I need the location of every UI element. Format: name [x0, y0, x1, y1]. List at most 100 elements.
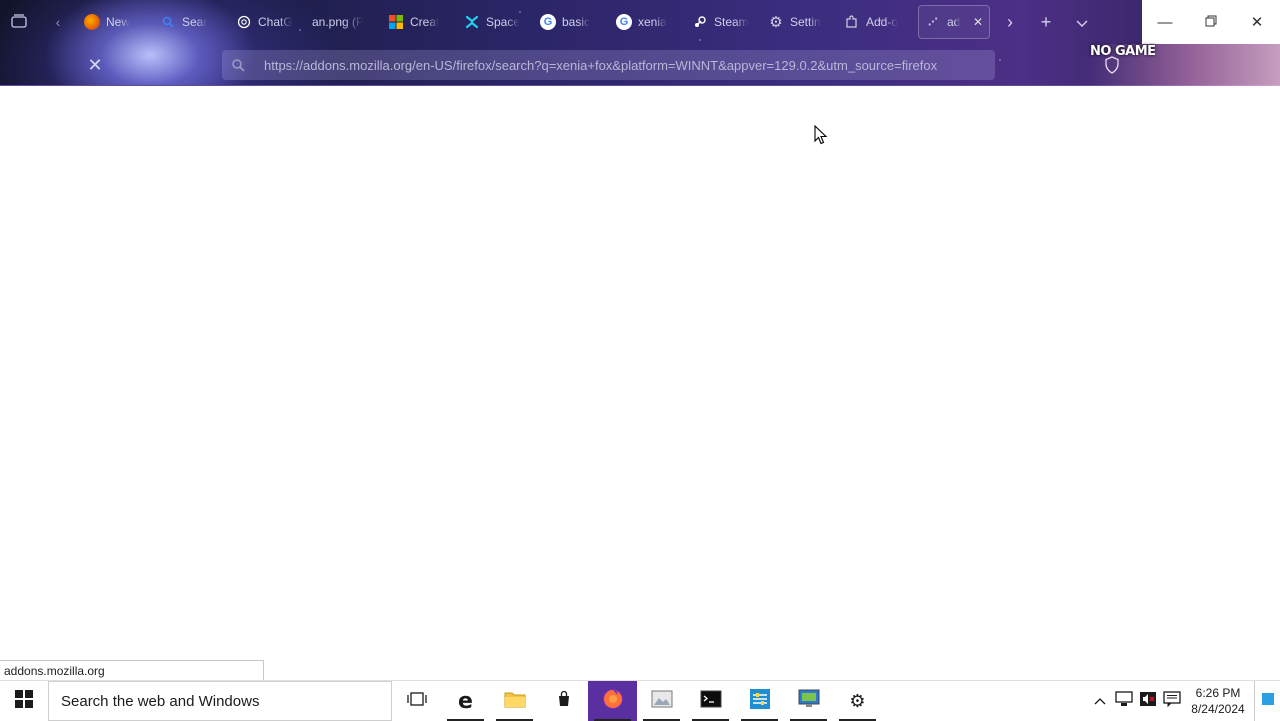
tab-6[interactable]: G basic — [534, 5, 610, 39]
tab-3[interactable]: an.png (P — [306, 5, 382, 39]
tab-active[interactable]: ⋰ ad ✕ — [918, 5, 990, 39]
task-view-button[interactable] — [392, 681, 441, 721]
new-tab-button[interactable]: + — [1028, 0, 1064, 44]
taskbar-edge[interactable]: e — [441, 681, 490, 721]
space-icon — [464, 14, 480, 30]
windows-logo-icon — [15, 689, 33, 713]
list-all-tabs-button[interactable] — [1064, 0, 1100, 44]
tab-5[interactable]: Space — [458, 5, 534, 39]
taskbar: Search the web and Windows e ⚙ 6:26 PM 8… — [0, 680, 1280, 721]
store-icon — [556, 690, 572, 712]
chevron-down-icon — [1076, 12, 1088, 33]
notification-icon — [1261, 692, 1275, 711]
google-icon: G — [616, 14, 632, 30]
tab-list-icon — [11, 13, 27, 31]
taskbar-clock[interactable]: 6:26 PM 8/24/2024 — [1184, 681, 1252, 721]
chatgpt-icon — [236, 14, 252, 30]
google-icon: G — [540, 14, 556, 30]
search-icon — [226, 58, 250, 72]
taskbar-search-box[interactable]: Search the web and Windows — [48, 681, 392, 721]
search-placeholder: Search the web and Windows — [61, 692, 260, 710]
start-button[interactable] — [0, 681, 48, 721]
tab-label: Steam — [714, 15, 749, 29]
scroll-tabs-left-button[interactable]: ‹ — [38, 0, 78, 44]
volume-muted-icon — [1139, 691, 1157, 712]
taskbar-apps: e ⚙ — [392, 681, 882, 721]
action-center-tray-button[interactable] — [1160, 681, 1184, 721]
taskbar-app-blue[interactable] — [735, 681, 784, 721]
chevron-right-icon: › — [1007, 11, 1013, 32]
tab-list-button[interactable] — [0, 0, 38, 44]
chevron-up-icon — [1094, 692, 1106, 710]
tab-1[interactable]: Sear — [154, 5, 230, 39]
network-icon — [1115, 690, 1133, 712]
tab-label: xenia — [638, 15, 667, 29]
tab-0[interactable]: New — [78, 5, 154, 39]
taskbar-settings[interactable]: ⚙ — [833, 681, 882, 721]
firefox-icon — [601, 687, 625, 716]
scroll-tabs-right-button[interactable]: › — [992, 0, 1028, 44]
show-hidden-icons-button[interactable] — [1088, 681, 1112, 721]
taskbar-store[interactable] — [539, 681, 588, 721]
browser-chrome: ‹ New Sear ChatG an.png (P Creat Space G… — [0, 0, 1280, 86]
plus-icon: + — [1040, 11, 1052, 32]
close-tab-icon[interactable]: ✕ — [973, 15, 983, 29]
volume-tray-button[interactable] — [1136, 681, 1160, 721]
settings-panel-icon — [749, 688, 771, 715]
tab-label: Settin — [790, 15, 821, 29]
clock-date: 8/24/2024 — [1191, 702, 1245, 716]
url-bar[interactable] — [222, 50, 995, 80]
message-icon — [1163, 690, 1181, 712]
gear-icon: ⚙ — [769, 14, 783, 31]
chevron-left-icon: ‹ — [55, 14, 61, 30]
restore-button[interactable] — [1188, 0, 1234, 44]
close-icon: ✕ — [1250, 14, 1264, 31]
search-icon — [160, 14, 176, 30]
taskbar-app-image-viewer[interactable] — [637, 681, 686, 721]
tab-label: an.png (P — [312, 15, 365, 29]
tab-label: New — [106, 15, 131, 29]
tab-7[interactable]: G xenia — [610, 5, 686, 39]
taskbar-terminal[interactable] — [686, 681, 735, 721]
theme-artwork: NO GAME — [1088, 44, 1280, 86]
network-tray-button[interactable] — [1112, 681, 1136, 721]
steam-icon — [692, 14, 708, 30]
url-input[interactable] — [250, 57, 995, 73]
tab-label: ad — [947, 15, 961, 29]
minimize-button[interactable]: — — [1142, 0, 1188, 44]
puzzle-icon — [844, 14, 860, 30]
tab-label: Add-o — [866, 15, 899, 29]
system-tray: 6:26 PM 8/24/2024 — [1088, 681, 1252, 721]
gear-icon: ⚙ — [849, 690, 866, 711]
task-view-icon — [406, 691, 427, 712]
mouse-cursor-icon — [814, 124, 828, 145]
status-url-tooltip: addons.mozilla.org — [0, 660, 264, 680]
tab-label: basic — [562, 15, 591, 29]
image-viewer-icon — [651, 690, 673, 713]
tab-label: Creat — [410, 15, 440, 29]
theme-logo-text: NO GAME — [1090, 44, 1156, 59]
loading-icon: ⋰ — [928, 16, 938, 28]
firefox-icon — [84, 14, 100, 30]
stop-loading-button[interactable]: ✕ — [84, 54, 106, 76]
window-controls: — ✕ — [1142, 0, 1280, 44]
taskbar-app-monitor[interactable] — [784, 681, 833, 721]
show-desktop-button[interactable] — [1254, 681, 1280, 721]
edge-icon: e — [458, 688, 473, 714]
terminal-icon — [700, 690, 722, 713]
taskbar-firefox[interactable] — [588, 681, 637, 721]
folder-icon — [504, 690, 526, 713]
close-window-button[interactable]: ✕ — [1234, 0, 1280, 44]
clock-time: 6:26 PM — [1195, 686, 1241, 700]
restore-icon — [1205, 14, 1217, 31]
tab-9[interactable]: ⚙ Settin — [762, 5, 838, 39]
tab-4[interactable]: Creat — [382, 5, 458, 39]
page-content — [0, 86, 1280, 680]
monitor-icon — [798, 689, 820, 714]
tab-2[interactable]: ChatG — [230, 5, 306, 39]
taskbar-file-explorer[interactable] — [490, 681, 539, 721]
minimize-icon: — — [1157, 13, 1173, 31]
tab-8[interactable]: Steam — [686, 5, 762, 39]
tab-label: ChatG — [258, 15, 293, 29]
tab-10[interactable]: Add-o — [838, 5, 914, 39]
